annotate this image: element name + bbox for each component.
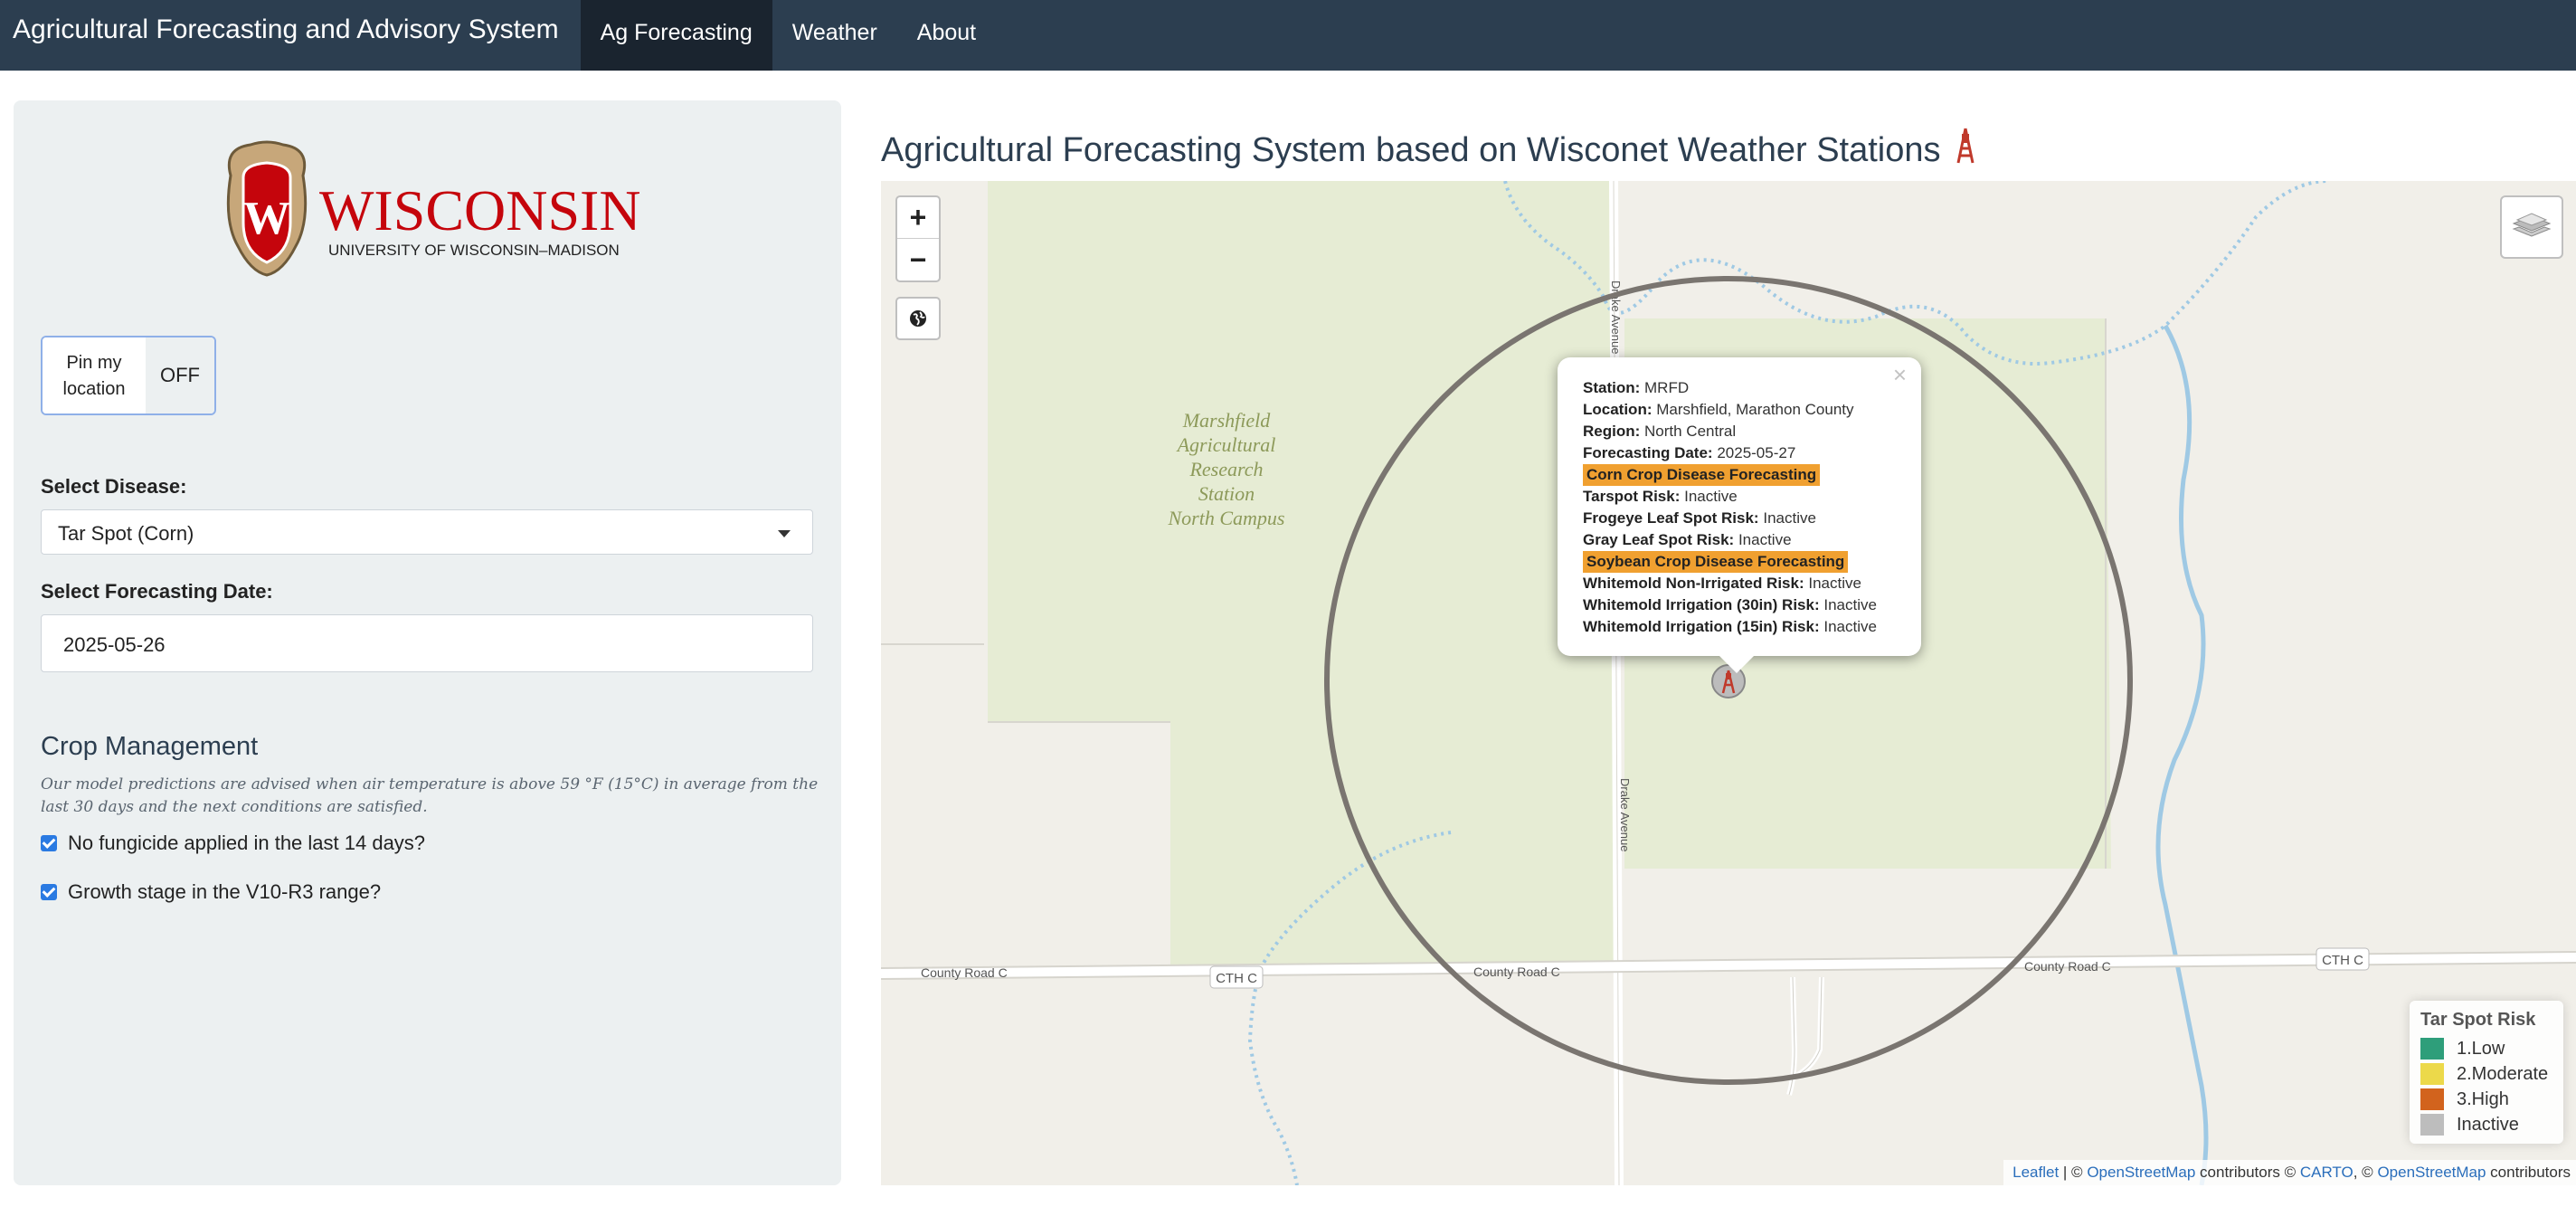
road-label-county-c-west: County Road C	[921, 965, 1008, 980]
disease-select[interactable]: Tar Spot (Corn)	[41, 509, 813, 555]
popup-gray-leaf-risk: Gray Leaf Spot Risk: Inactive	[1583, 531, 1792, 548]
disease-label: Select Disease:	[41, 475, 187, 498]
legend-title: Tar Spot Risk	[2420, 1010, 2536, 1030]
popup-whitemold-15in: Whitemold Irrigation (15in) Risk: Inacti…	[1583, 618, 1877, 635]
svg-text:Research: Research	[1189, 458, 1263, 480]
popup-tip	[1719, 655, 1755, 673]
popup-tarspot-risk: Tarspot Risk: Inactive	[1583, 488, 1738, 505]
osm-link[interactable]: OpenStreetMap	[2087, 1164, 2195, 1181]
svg-text:Marshfield: Marshfield	[1182, 409, 1272, 432]
map-tiles: County Road C County Road C County Road …	[881, 181, 2576, 1185]
forecast-date-input[interactable]: 2025-05-26	[41, 614, 813, 672]
weather-tower-icon	[1954, 127, 1977, 174]
popup-station: Station: MRFD	[1583, 379, 1690, 396]
growth-stage-checkbox[interactable]: Growth stage in the V10-R3 range?	[41, 880, 381, 904]
disease-select-value: Tar Spot (Corn)	[58, 522, 194, 545]
road-shield-cth-c-east: CTH C	[2322, 953, 2363, 968]
popup-corn-header: Corn Crop Disease Forecasting	[1583, 464, 1921, 486]
osm-link-2[interactable]: OpenStreetMap	[2377, 1164, 2486, 1181]
svg-text:W: W	[243, 193, 290, 244]
legend-item-moderate: 2.Moderate	[2420, 1061, 2552, 1087]
forecast-map[interactable]: County Road C County Road C County Road …	[881, 181, 2576, 1185]
pin-location-label: Pin my location	[43, 337, 146, 413]
no-fungicide-checkbox[interactable]: No fungicide applied in the last 14 days…	[41, 832, 425, 855]
zoom-control: + −	[895, 195, 941, 282]
svg-text:Station: Station	[1198, 482, 1255, 505]
risk-legend: Tar Spot Risk 1.Low 2.Moderate 3.High In…	[2410, 1001, 2563, 1144]
road-label-county-c-mid: County Road C	[1473, 965, 1560, 979]
chevron-down-icon	[778, 530, 791, 537]
nav-tabs: Ag Forecasting Weather About	[580, 0, 997, 71]
navbar: Agricultural Forecasting and Advisory Sy…	[0, 0, 2576, 71]
no-fungicide-label: No fungicide applied in the last 14 days…	[68, 832, 426, 854]
svg-text:Agricultural: Agricultural	[1176, 433, 1276, 456]
checkbox-checked-icon[interactable]	[41, 884, 57, 900]
popup-region: Region: North Central	[1583, 423, 1737, 440]
popup-whitemold-nonirrigated: Whitemold Non-Irrigated Risk: Inactive	[1583, 575, 1861, 592]
growth-stage-label: Growth stage in the V10-R3 range?	[68, 880, 382, 903]
crop-management-heading: Crop Management	[41, 732, 259, 761]
map-attribution: Leaflet | © OpenStreetMap contributors ©…	[2003, 1160, 2576, 1185]
carto-link[interactable]: CARTO	[2300, 1164, 2353, 1181]
forecast-date-label: Select Forecasting Date:	[41, 580, 273, 603]
legend-item-inactive: Inactive	[2420, 1112, 2552, 1137]
globe-icon	[910, 310, 926, 327]
checkbox-checked-icon[interactable]	[41, 835, 57, 851]
page-title: Agricultural Forecasting System based on…	[881, 127, 1977, 174]
road-label-county-c-east: County Road C	[2024, 959, 2111, 974]
legend-swatch-inactive	[2420, 1114, 2444, 1136]
road-label-drake-south: Drake Avenue	[1618, 778, 1632, 851]
popup-whitemold-30in: Whitemold Irrigation (30in) Risk: Inacti…	[1583, 596, 1877, 613]
leaflet-link[interactable]: Leaflet	[2012, 1164, 2059, 1181]
legend-swatch-high	[2420, 1088, 2444, 1110]
sidebar-panel: W WISCONSIN UNIVERSITY OF WISCONSIN–MADI…	[14, 100, 841, 1185]
pin-location-state[interactable]: OFF	[146, 337, 214, 413]
layers-control-button[interactable]	[2500, 195, 2563, 259]
tab-ag-forecasting[interactable]: Ag Forecasting	[580, 0, 772, 71]
popup-location: Location: Marshfield, Marathon County	[1583, 401, 1854, 418]
station-popup: × Station: MRFD Location: Marshfield, Ma…	[1558, 357, 1921, 673]
tab-about[interactable]: About	[897, 0, 996, 71]
svg-text:North Campus: North Campus	[1168, 507, 1285, 529]
crop-management-note: Our model predictions are advised when a…	[41, 775, 819, 816]
legend-item-low: 1.Low	[2420, 1036, 2552, 1061]
pin-location-toggle[interactable]: Pin my location OFF	[41, 336, 216, 415]
page-title-text: Agricultural Forecasting System based on…	[881, 130, 1941, 169]
logo-subtitle: UNIVERSITY OF WISCONSIN–MADISON	[328, 242, 620, 259]
legend-swatch-low	[2420, 1038, 2444, 1060]
app-brand[interactable]: Agricultural Forecasting and Advisory Sy…	[0, 0, 572, 71]
popup-forecast-date: Forecasting Date: 2025-05-27	[1583, 444, 1796, 461]
popup-frogeye-risk: Frogeye Leaf Spot Risk: Inactive	[1583, 509, 1816, 527]
layers-icon	[2512, 213, 2552, 237]
uw-madison-logo: W WISCONSIN UNIVERSITY OF WISCONSIN–MADI…	[223, 139, 641, 277]
globe-locate-button[interactable]	[895, 297, 941, 340]
close-icon[interactable]: ×	[1893, 361, 1907, 389]
legend-item-high: 3.High	[2420, 1087, 2552, 1112]
zoom-out-button[interactable]: −	[897, 239, 939, 280]
popup-soybean-header: Soybean Crop Disease Forecasting	[1583, 551, 1921, 573]
legend-swatch-moderate	[2420, 1063, 2444, 1085]
road-shield-cth-c-west: CTH C	[1216, 971, 1257, 986]
tab-weather[interactable]: Weather	[772, 0, 897, 71]
logo-wordmark: WISCONSIN	[319, 178, 639, 242]
zoom-in-button[interactable]: +	[897, 197, 939, 239]
